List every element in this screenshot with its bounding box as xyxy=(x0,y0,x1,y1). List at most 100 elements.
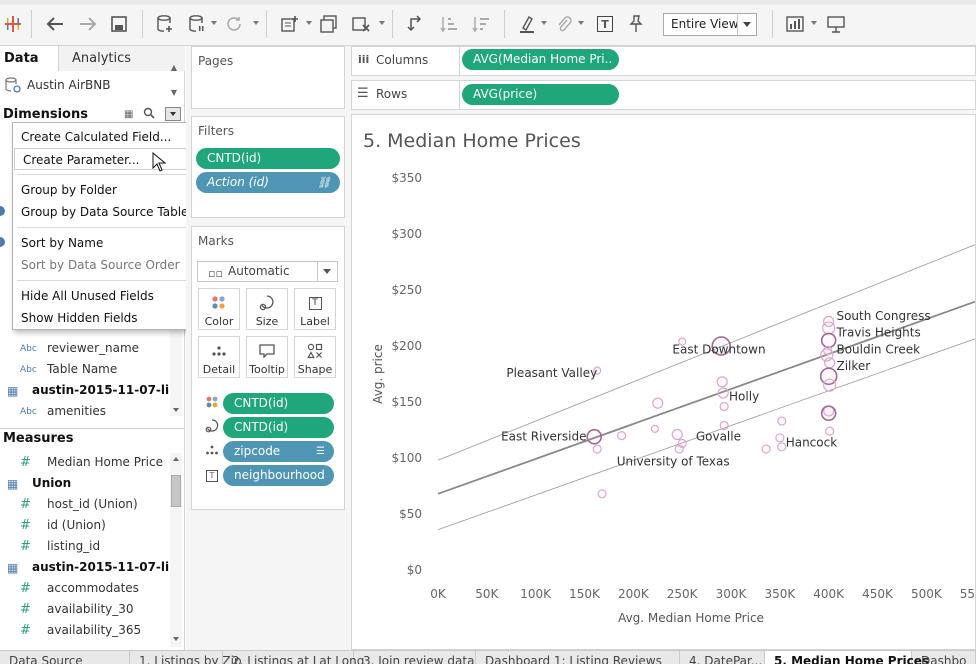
menu-group-by-datasource-table[interactable]: Group by Data Source Table xyxy=(13,201,189,223)
data-point[interactable] xyxy=(775,433,785,443)
data-point[interactable] xyxy=(761,444,771,454)
measure-item[interactable]: # availability_365 xyxy=(0,620,170,641)
sheet-tab[interactable]: 4. DatePar... xyxy=(680,651,765,664)
scroll-thumb[interactable] xyxy=(171,475,181,507)
marks-color-button[interactable]: Color xyxy=(198,288,240,330)
chevron-down-icon[interactable] xyxy=(306,21,312,25)
marks-detail-button[interactable]: Detail xyxy=(198,336,240,378)
data-point[interactable] xyxy=(586,428,603,445)
tab-data[interactable]: Data xyxy=(0,46,58,71)
rows-shelf[interactable] xyxy=(351,80,976,110)
data-point[interactable] xyxy=(823,378,837,392)
sheet-tab[interactable]: 3. Join review data xyxy=(354,651,476,664)
undo-icon[interactable] xyxy=(43,12,67,36)
menu-create-calculated-field[interactable]: Create Calculated Field... xyxy=(13,126,189,148)
sheet-tab[interactable]: 5. Median Home Prices xyxy=(765,651,929,664)
dimension-item[interactable]: Abc amenities xyxy=(0,401,170,422)
data-point[interactable] xyxy=(823,345,833,356)
data-point[interactable] xyxy=(617,431,627,441)
data-point[interactable] xyxy=(650,424,659,433)
mark-type-select[interactable]: ▫▫ Automatic xyxy=(197,261,338,282)
chevron-down-icon[interactable] xyxy=(379,21,385,25)
scroll-down-icon[interactable] xyxy=(173,637,179,641)
swap-rows-columns-icon[interactable] xyxy=(404,12,428,36)
marks-tooltip-button[interactable]: Tooltip xyxy=(246,336,288,378)
measure-item[interactable]: # accommodates xyxy=(0,578,170,599)
pages-card[interactable]: Pages xyxy=(191,46,345,109)
rows-pill-price[interactable]: AVG(price) xyxy=(462,84,619,105)
data-point[interactable] xyxy=(716,376,728,388)
redo-icon[interactable] xyxy=(76,12,100,36)
measure-item[interactable]: # id (Union) xyxy=(0,515,170,536)
sheet-tab[interactable]: Data Source xyxy=(0,651,130,664)
measure-item[interactable]: ▦ austin-2015-11-07-li... xyxy=(0,557,183,578)
new-worksheet-icon[interactable] xyxy=(278,12,302,36)
data-point[interactable] xyxy=(719,420,729,431)
columns-shelf[interactable] xyxy=(351,46,976,76)
scroll-up-icon[interactable] xyxy=(173,457,179,461)
columns-pill-median-home-price[interactable]: AVG(Median Home Pri.. xyxy=(462,49,619,70)
filter-pill-cntd-id[interactable]: CNTD(id) xyxy=(196,148,340,169)
save-icon[interactable] xyxy=(107,12,131,36)
measure-item[interactable]: ▦ Union xyxy=(0,473,170,494)
encoding-pill-color[interactable]: CNTD(id) xyxy=(223,393,334,414)
chevron-down-icon[interactable] xyxy=(541,21,547,25)
menu-show-hidden-fields[interactable]: Show Hidden Fields xyxy=(13,307,189,329)
sheet-tab[interactable]: Dashboard 1: Listing Reviews xyxy=(476,651,680,664)
marks-size-button[interactable]: Size xyxy=(246,288,288,330)
chevron-down-icon[interactable] xyxy=(737,14,756,35)
data-point[interactable] xyxy=(777,442,787,452)
data-point[interactable] xyxy=(820,405,837,422)
menu-group-by-folder[interactable]: Group by Folder xyxy=(13,179,189,201)
marks-shape-button[interactable]: Shape xyxy=(294,336,336,378)
encoding-pill-size[interactable]: CNTD(id) xyxy=(223,417,334,438)
measure-item[interactable]: # listing_id xyxy=(0,536,170,557)
data-point[interactable] xyxy=(671,428,683,441)
datasource-item[interactable]: Austin AirBNB xyxy=(0,74,185,96)
search-icon[interactable] xyxy=(143,107,155,122)
chevron-down-icon[interactable] xyxy=(211,21,217,25)
dimensions-scrollbar[interactable] xyxy=(170,316,182,416)
filter-pill-action-id[interactable]: Action (id) ⛓ xyxy=(196,172,340,193)
fit-selector[interactable]: Entire View xyxy=(663,13,757,36)
scroll-down-icon[interactable] xyxy=(173,408,179,412)
dimensions-menu-button[interactable] xyxy=(165,107,181,121)
marks-label-button[interactable]: T Label xyxy=(294,288,336,330)
chevron-down-icon[interactable] xyxy=(253,21,259,25)
data-point[interactable] xyxy=(597,489,607,499)
new-datasource-icon[interactable] xyxy=(153,12,177,36)
data-point[interactable] xyxy=(824,357,836,369)
data-point[interactable] xyxy=(677,438,687,449)
chevron-down-icon[interactable] xyxy=(811,21,817,25)
sheet-tab[interactable]: 1. Listings by Zip xyxy=(130,651,242,664)
measures-scrollbar[interactable] xyxy=(170,453,182,647)
chevron-down-icon[interactable] xyxy=(317,262,337,281)
view-toggle-icon[interactable]: ▦ xyxy=(124,109,133,120)
data-point[interactable] xyxy=(719,401,729,412)
clear-sheet-icon[interactable] xyxy=(349,12,373,36)
show-me-icon[interactable] xyxy=(783,12,807,36)
data-point[interactable] xyxy=(717,387,729,399)
measure-item[interactable]: # Median Home Price xyxy=(0,452,170,473)
sort-descending-icon[interactable] xyxy=(469,12,493,36)
sheet-tab[interactable]: 2. Listings at Lat Long xyxy=(223,651,364,664)
sheet-tab[interactable]: Dashbo xyxy=(912,651,976,664)
sort-ascending-icon[interactable] xyxy=(437,12,461,36)
data-point[interactable] xyxy=(652,397,664,409)
tableau-logo-icon[interactable] xyxy=(1,12,25,36)
data-point[interactable] xyxy=(592,444,602,454)
data-point[interactable] xyxy=(825,426,835,436)
dimension-item[interactable]: ▦ austin-2015-11-07-li... xyxy=(0,380,183,401)
pin-icon[interactable] xyxy=(624,12,648,36)
measure-item[interactable]: # availability_30 xyxy=(0,599,170,620)
data-point[interactable] xyxy=(820,332,837,349)
tab-analytics[interactable]: Analytics ▲ ▼ xyxy=(58,46,185,97)
dimension-item[interactable]: Abc Table Name xyxy=(0,359,170,380)
data-point[interactable] xyxy=(822,321,836,335)
menu-hide-unused-fields[interactable]: Hide All Unused Fields xyxy=(13,285,189,307)
dimension-item[interactable]: Abc reviewer_name xyxy=(0,338,170,359)
attach-icon[interactable] xyxy=(552,12,576,36)
data-point[interactable] xyxy=(777,416,787,426)
duplicate-sheet-icon[interactable] xyxy=(317,12,341,36)
show-labels-icon[interactable]: T xyxy=(593,12,617,36)
